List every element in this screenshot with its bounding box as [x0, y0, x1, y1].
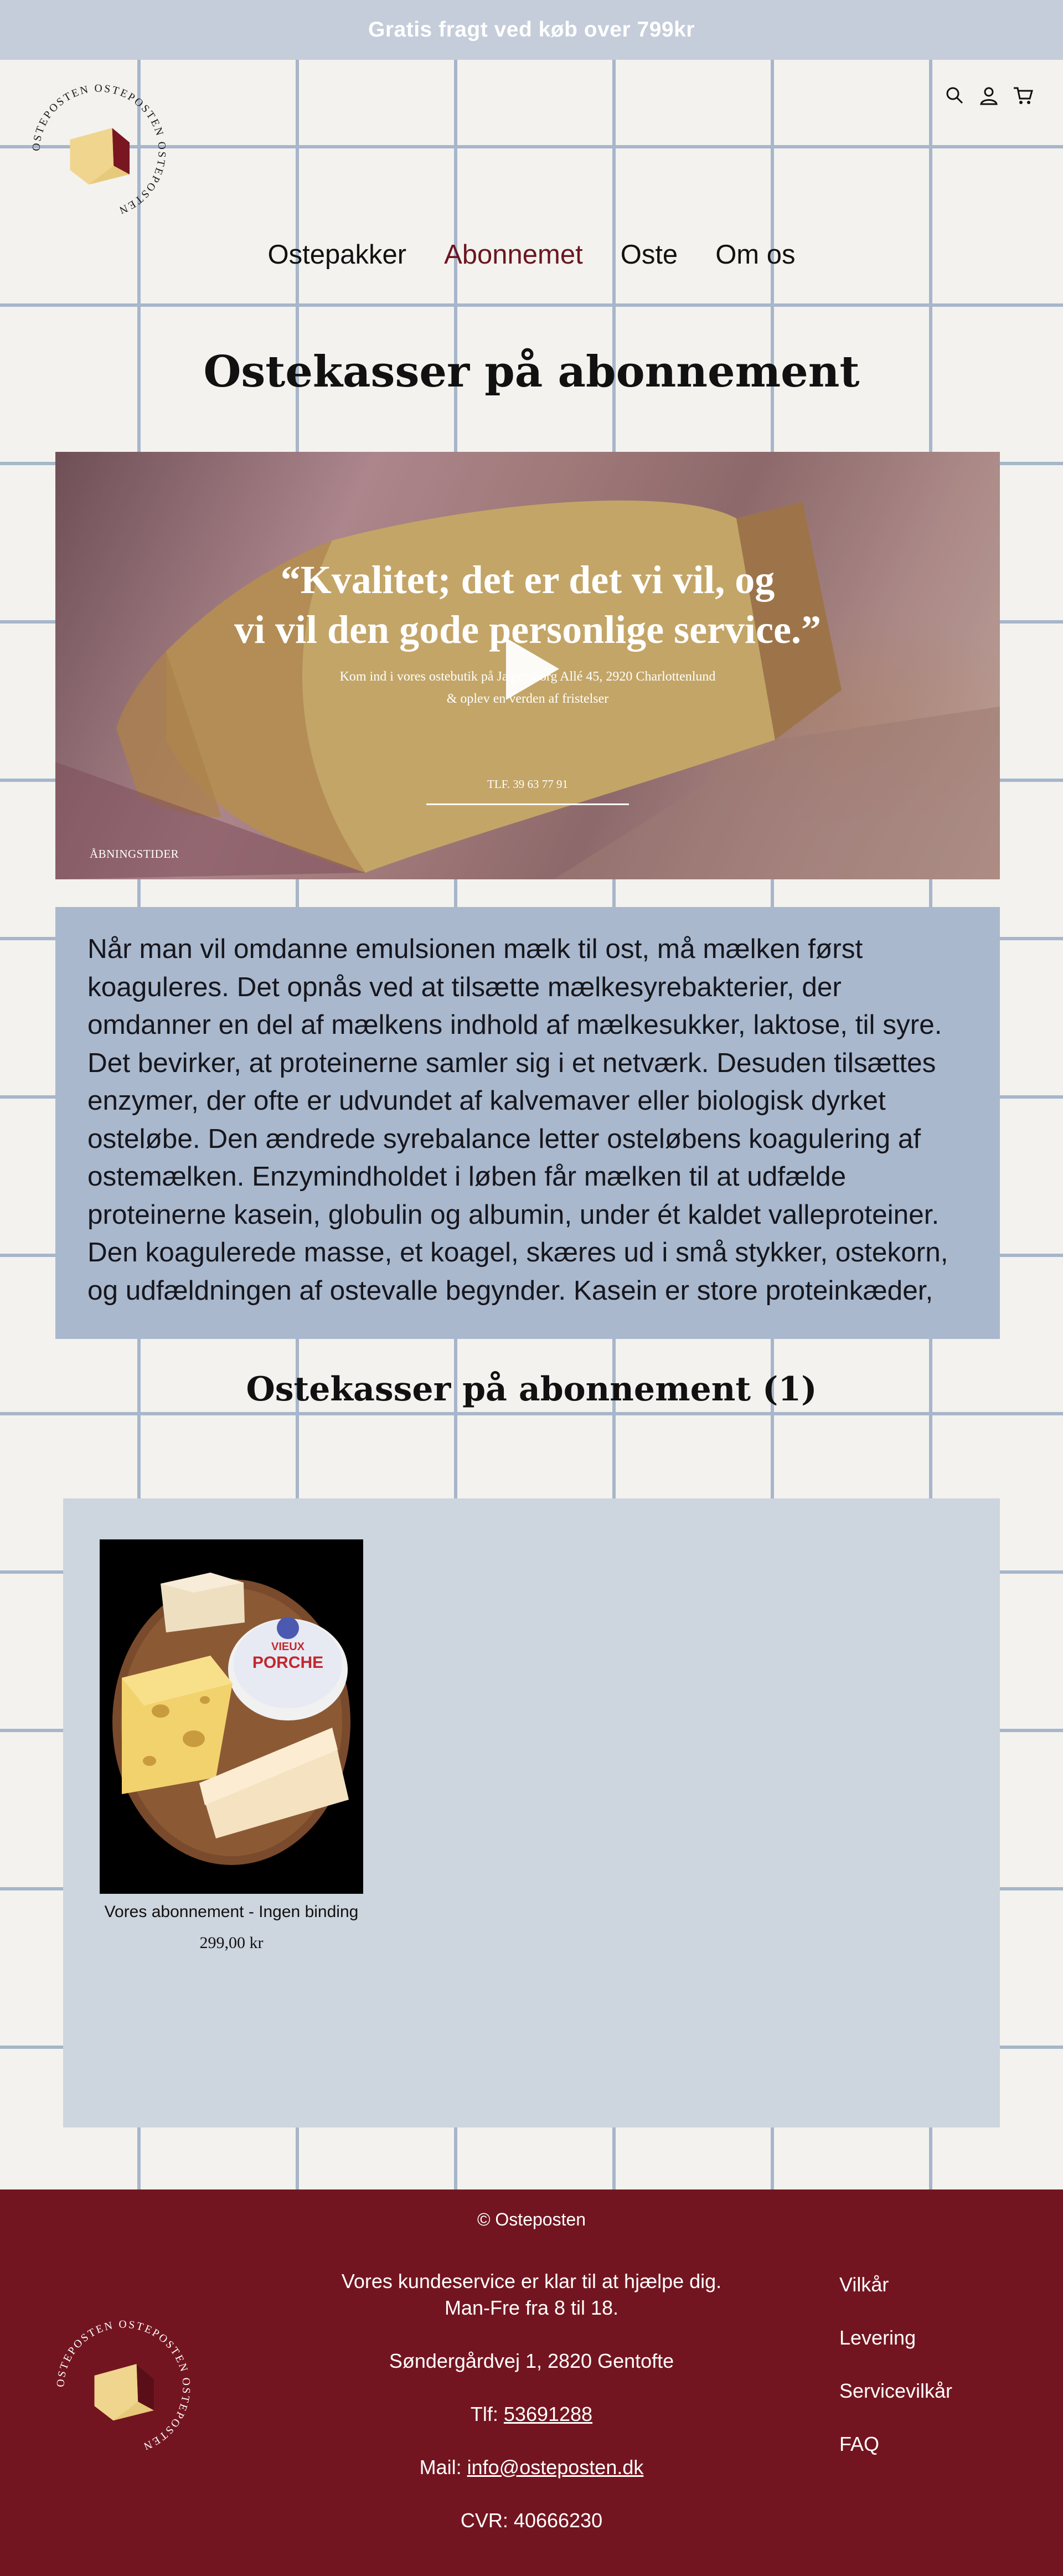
product-label-bottom: PORCHE [252, 1653, 323, 1672]
product-grid: VIEUX PORCHE Vores abonnement - Ingen bi… [63, 1498, 1000, 2127]
nav-item-om-os[interactable]: Om os [715, 239, 795, 270]
product-image[interactable]: VIEUX PORCHE [100, 1539, 363, 1894]
footer-address: Søndergårdvej 1, 2820 Gentofte [389, 2350, 674, 2372]
play-icon[interactable] [504, 638, 559, 700]
cart-icon[interactable] [1012, 84, 1034, 106]
phone-label: Tlf: [470, 2403, 504, 2425]
phone-link[interactable]: 53691288 [504, 2403, 592, 2425]
product-card[interactable]: VIEUX PORCHE Vores abonnement - Ingen bi… [100, 1539, 363, 1952]
hero-opening-hours-link[interactable]: ÅBNINGSTIDER [90, 847, 179, 861]
intro-text: Når man vil omdanne emulsionen mælk til … [87, 934, 948, 1306]
account-icon[interactable] [978, 84, 1000, 106]
footer-logo[interactable]: OSTEPOSTEN OSTEPOSTEN OSTEPOSTEN [51, 2315, 196, 2460]
footer-contact: Vores kundeservice er klar til at hjælpe… [310, 2268, 753, 2560]
footer-phone: Tlf: 53691288 [310, 2401, 753, 2428]
footer-cvr: CVR: 40666230 [460, 2509, 603, 2532]
mail-label: Mail: [419, 2456, 467, 2479]
customer-service: Vores kundeservice er klar til at hjælpe… [310, 2268, 753, 2321]
product-name[interactable]: Vores abonnement - Ingen binding [100, 1903, 363, 1921]
nav-item-ostepakker[interactable]: Ostepakker [268, 239, 407, 270]
service-line-1: Vores kundeservice er klar til at hjælpe… [341, 2270, 722, 2292]
copyright: © Osteposten [477, 2209, 586, 2229]
footer-link-levering[interactable]: Levering [839, 2325, 952, 2351]
header-icons [943, 84, 1034, 106]
announcement-text: Gratis fragt ved køb over 799kr [368, 18, 695, 42]
page-title: Ostekasser på abonnement [203, 347, 860, 397]
email-link[interactable]: info@osteposten.dk [467, 2456, 644, 2479]
hero-quote-line-1: “Kvalitet; det er det vi vil, og [280, 558, 775, 602]
collection-title: Ostekasser på abonnement (1) [246, 1370, 817, 1409]
nav-item-abonnemet[interactable]: Abonnemet [444, 239, 583, 270]
product-price: 299,00 kr [199, 1934, 264, 1952]
footer-mail: Mail: info@osteposten.dk [310, 2454, 753, 2481]
footer-link-servicevilkar[interactable]: Servicevilkår [839, 2378, 952, 2404]
product-label-top: VIEUX [271, 1641, 305, 1653]
hero-phone-link[interactable]: TLF. 39 63 77 91 [426, 777, 629, 805]
announcement-bar: Gratis fragt ved køb over 799kr [0, 0, 1063, 60]
site-footer: © Osteposten OSTEPOSTEN OSTEPOSTEN OSTEP… [0, 2189, 1063, 2576]
footer-link-faq[interactable]: FAQ [839, 2431, 952, 2457]
service-line-2: Man-Fre fra 8 til 18. [444, 2296, 619, 2319]
footer-link-vilkar[interactable]: Vilkår [839, 2271, 952, 2298]
search-icon[interactable] [943, 84, 966, 106]
footer-links: Vilkår Levering Servicevilkår FAQ [839, 2271, 952, 2457]
nav-item-oste[interactable]: Oste [621, 239, 678, 270]
hero-video[interactable]: “Kvalitet; det er det vi vil, og vi vil … [55, 452, 1000, 879]
site-logo[interactable]: OSTEPOSTEN OSTEPOSTEN OSTEPOSTEN [27, 79, 172, 224]
main-nav: Ostepakker Abonnemet Oste Om os [0, 239, 1063, 270]
intro-block: Når man vil omdanne emulsionen mælk til … [55, 907, 1000, 1339]
